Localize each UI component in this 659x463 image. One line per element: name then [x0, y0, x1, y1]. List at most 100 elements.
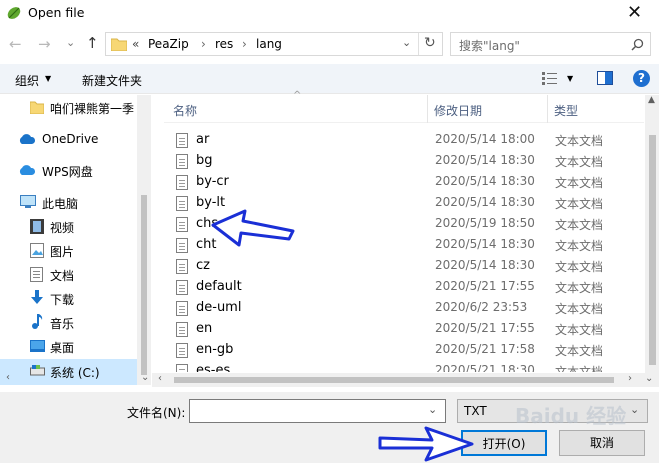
list-item[interactable]: default 2020/5/21 17:55 文本文档: [164, 277, 644, 298]
sidebar-item-pictures[interactable]: 图片: [0, 239, 150, 263]
sidebar-item-label: 桌面: [50, 341, 75, 355]
chevron-down-icon[interactable]: ⌄: [402, 36, 411, 49]
view-dropdown-icon[interactable]: ▼: [567, 74, 573, 83]
list-item[interactable]: ar 2020/5/14 18:00 文本文档: [164, 130, 644, 151]
list-item[interactable]: es-es 2020/5/21 18:30 文本文档: [164, 361, 644, 372]
title-bar: Open file ✕: [0, 0, 659, 26]
watermark-text: Baidu 经验: [515, 404, 627, 428]
file-type: 文本文档: [555, 239, 604, 253]
file-date: 2020/5/14 18:00: [435, 132, 535, 146]
file-date: 2020/5/14 18:30: [435, 195, 535, 209]
sidebar-item-this-pc[interactable]: 此电脑: [0, 191, 150, 215]
text-file-icon: [176, 133, 188, 148]
sidebar-item-label: OneDrive: [42, 132, 99, 146]
column-header-row: 名称 ^ 修改日期 类型: [164, 90, 644, 123]
peazip-leaf-icon: [7, 7, 21, 19]
text-file-icon: [176, 322, 188, 337]
recent-dropdown-button[interactable]: ⌄: [66, 36, 75, 49]
file-date: 2020/5/14 18:30: [435, 153, 535, 167]
breadcrumb-peazip[interactable]: PeaZip: [148, 37, 189, 51]
sidebar-item-drive-c[interactable]: 系统 (C:): [0, 359, 150, 385]
sidebar-item-label: 咱们裸熊第一季: [50, 102, 135, 116]
file-type: 文本文档: [555, 218, 604, 232]
file-date: 2020/5/19 18:50: [435, 216, 535, 230]
sidebar-item-onedrive[interactable]: OneDrive: [0, 128, 150, 152]
help-icon[interactable]: ?: [633, 70, 650, 87]
navigation-pane: 咱们裸熊第一季 OneDrive WPS网盘 此电脑 视频 图片 文档 下载 音…: [0, 95, 152, 385]
search-input[interactable]: 搜索"lang": [450, 32, 651, 56]
file-type: 文本文档: [555, 155, 604, 169]
column-header-modified[interactable]: 修改日期: [434, 102, 482, 119]
list-item[interactable]: bg 2020/5/14 18:30 文本文档: [164, 151, 644, 172]
view-options-icon[interactable]: [542, 71, 558, 85]
sidebar-item-label: WPS网盘: [42, 165, 93, 179]
file-type: 文本文档: [555, 365, 604, 372]
file-date: 2020/5/21 18:30: [435, 363, 535, 372]
file-date: 2020/5/14 18:30: [435, 237, 535, 251]
file-list-scrollbar-thumb[interactable]: [649, 135, 656, 365]
sidebar-item-wps[interactable]: WPS网盘: [0, 159, 150, 183]
search-icon: [631, 38, 644, 51]
organize-button[interactable]: 组织: [15, 72, 39, 89]
scroll-left-icon[interactable]: ‹: [158, 373, 162, 384]
refresh-button[interactable]: ↻: [424, 35, 436, 51]
list-item[interactable]: en 2020/5/21 17:55 文本文档: [164, 319, 644, 340]
annotation-arrow-icon: [211, 209, 295, 247]
filename-label: 文件名(N):: [127, 406, 186, 420]
scroll-right-icon[interactable]: ›: [628, 373, 632, 384]
file-date: 2020/6/2 23:53: [435, 300, 528, 314]
file-list-hscrollbar-thumb[interactable]: [174, 377, 614, 383]
breadcrumb-overflow[interactable]: «: [132, 37, 139, 51]
file-type: 文本文档: [555, 323, 604, 337]
scroll-down-icon[interactable]: ⌄: [645, 373, 653, 384]
forward-button[interactable]: →: [38, 35, 51, 53]
close-button[interactable]: ✕: [610, 0, 659, 26]
sidebar-item-videos[interactable]: 视频: [0, 215, 150, 239]
sidebar-item-desktop[interactable]: 桌面: [0, 335, 150, 359]
column-divider[interactable]: [547, 95, 548, 123]
breadcrumb-res[interactable]: res: [215, 37, 233, 51]
chevron-down-icon[interactable]: ⌄: [428, 403, 437, 416]
sidebar-item-downloads[interactable]: 下载: [0, 287, 150, 311]
list-item[interactable]: en-gb 2020/5/21 17:58 文本文档: [164, 340, 644, 361]
file-name: by-cr: [196, 174, 229, 189]
text-file-icon: [176, 364, 188, 372]
column-header-name[interactable]: 名称: [173, 102, 197, 119]
file-list-hscrollbar[interactable]: ‹ › ⌄: [152, 373, 659, 387]
sidebar-item-documents[interactable]: 文档: [0, 263, 150, 287]
address-bar[interactable]: « PeaZip › res › lang ⌄ ↻: [105, 32, 443, 56]
file-type: 文本文档: [555, 344, 604, 358]
preview-pane-icon[interactable]: [597, 71, 613, 85]
file-date: 2020/5/21 17:55: [435, 321, 535, 335]
list-item[interactable]: cz 2020/5/14 18:30 文本文档: [164, 256, 644, 277]
scroll-left-icon[interactable]: ‹: [6, 372, 10, 383]
sidebar-scrollbar-thumb[interactable]: [141, 195, 147, 375]
new-folder-button[interactable]: 新建文件夹: [82, 72, 142, 89]
text-file-icon: [176, 196, 188, 211]
sidebar-scrollbar[interactable]: [137, 95, 151, 385]
folder-icon: [30, 101, 44, 114]
back-button[interactable]: ←: [9, 35, 22, 53]
column-divider[interactable]: [427, 95, 428, 123]
file-list-scrollbar[interactable]: ▲: [645, 95, 659, 373]
drive-icon: [30, 365, 45, 376]
file-name: es-es: [196, 363, 231, 372]
sidebar-item-music[interactable]: 音乐: [0, 311, 150, 335]
list-item[interactable]: de-uml 2020/6/2 23:53 文本文档: [164, 298, 644, 319]
list-item[interactable]: by-cr 2020/5/14 18:30 文本文档: [164, 172, 644, 193]
chevron-down-icon[interactable]: ⌄: [630, 403, 639, 416]
file-name: en-gb: [196, 342, 234, 357]
video-icon: [30, 219, 44, 234]
cancel-button[interactable]: 取消: [559, 430, 645, 456]
up-button[interactable]: ↑: [86, 34, 99, 52]
breadcrumb-lang[interactable]: lang: [256, 37, 282, 51]
scroll-down-icon[interactable]: ⌄: [141, 372, 149, 383]
file-name: en: [196, 321, 213, 336]
annotation-arrow-icon: [378, 426, 474, 462]
window-title: Open file: [28, 5, 85, 20]
scroll-up-icon[interactable]: ▲: [648, 95, 655, 105]
watermark: Baidu 经验: [515, 400, 626, 429]
sidebar-item-folder[interactable]: 咱们裸熊第一季: [0, 96, 150, 120]
column-header-type[interactable]: 类型: [554, 102, 578, 119]
caret-down-icon: ▼: [45, 74, 52, 83]
